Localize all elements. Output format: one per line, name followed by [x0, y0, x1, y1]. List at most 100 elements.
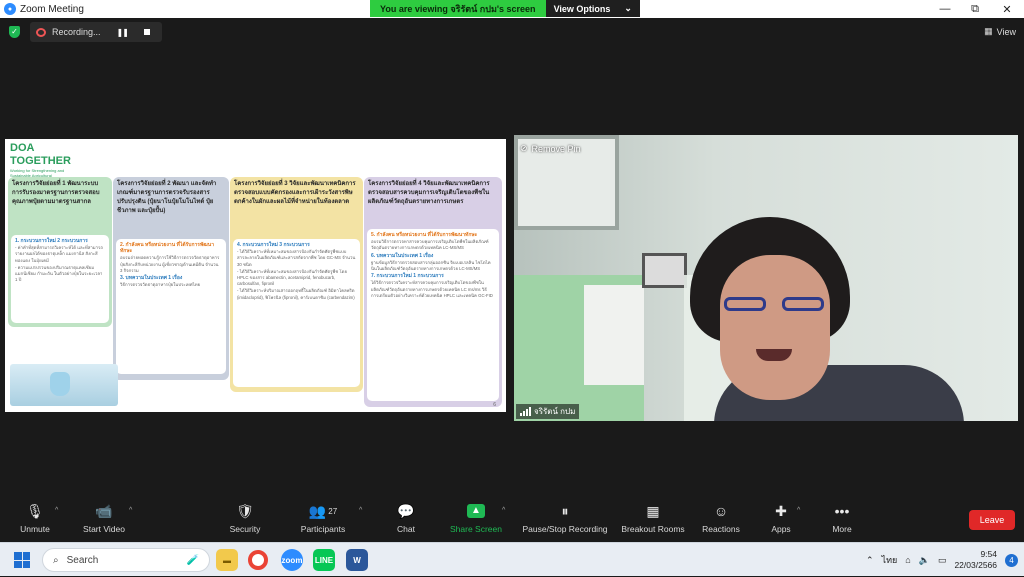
stop-recording-icon[interactable]: [143, 29, 150, 35]
windows-start-icon[interactable]: [14, 552, 30, 568]
share-screen-icon: ▲: [467, 504, 485, 518]
breakout-rooms-icon: ▦: [646, 502, 660, 519]
leave-button[interactable]: Leave: [969, 510, 1015, 530]
breakout-rooms-button[interactable]: ▦ Breakout Rooms: [614, 501, 692, 535]
unmute-button[interactable]: 🎙 Unmute: [0, 501, 70, 535]
recording-indicator: Recording... ❚❚: [30, 22, 162, 42]
system-tray: ⌃ ไทย ⌂ 🔈 ▭ 9:54 22/03/2566 4: [866, 543, 1024, 577]
battery-icon[interactable]: ▭: [938, 555, 947, 566]
more-label: More: [832, 524, 852, 534]
shield-icon: 🛡: [236, 502, 254, 519]
meeting-top-bar: ✓ Recording... ❚❚ ▦ View: [0, 18, 1024, 46]
pause-stop-recording-label: Pause/Stop Recording: [522, 524, 608, 534]
share-banner: You are viewing จริรัตน์ กปม's screen Vi…: [370, 0, 640, 17]
apps-options-caret[interactable]: ^: [797, 507, 800, 514]
notification-badge[interactable]: 4: [1005, 553, 1018, 567]
view-button[interactable]: ▦ View: [984, 26, 1016, 37]
share-options-caret[interactable]: ^: [502, 507, 505, 514]
recording-label: Recording...: [52, 27, 101, 37]
window-title: Zoom Meeting: [20, 3, 84, 15]
video-options-caret[interactable]: ^: [129, 507, 132, 514]
search-placeholder: Search: [66, 554, 99, 566]
participants-label: Participants: [300, 524, 346, 534]
participants-options-caret[interactable]: ^: [359, 507, 362, 514]
start-video-label: Start Video: [83, 524, 125, 534]
clock-date: 22/03/2566: [954, 560, 997, 570]
chevron-up-icon[interactable]: ⌃: [866, 555, 874, 566]
minimize-button[interactable]: —: [930, 0, 960, 18]
share-banner-text: You are viewing จริรัตน์ กปม's screen: [370, 0, 546, 17]
zoom-taskbar-icon[interactable]: zoom: [281, 549, 303, 571]
column-header: โครงการวิจัยย่อยที่ 4 วิจัยและพัฒนาเทคนิ…: [368, 181, 490, 205]
column-body: 5. กำลังคน หรือหน่วยงาน ที่ได้รับการพัฒน…: [367, 229, 499, 401]
slide-column-3: โครงการวิจัยย่อยที่ 3 วิจัยและพัฒนาเทคนิ…: [230, 177, 363, 392]
column-header: โครงการวิจัยย่อยที่ 2 พัฒนา และจัดทำเกณฑ…: [117, 181, 217, 214]
slide-column-4: โครงการวิจัยย่อยที่ 4 วิจัยและพัฒนาเทคนิ…: [364, 177, 502, 407]
lab-photo-image: [10, 364, 118, 406]
apps-button[interactable]: ✚ Apps: [746, 501, 816, 535]
column-body: 1. กระบวนการใหม่ 2 กระบวนการ - ค่าคำที่ส…: [11, 235, 109, 323]
remove-pin-button[interactable]: ⊘ Remove Pin: [520, 143, 581, 154]
participants-icon: 👥: [308, 502, 327, 519]
doa-together-logo: DOA TOGETHER Working for Strengthening a…: [10, 142, 71, 178]
slide-column-2: โครงการวิจัยย่อยที่ 2 พัฒนา และจัดทำเกณฑ…: [113, 177, 229, 380]
security-label: Security: [229, 524, 261, 534]
participant-name-tag: จริรัตน์ กปม: [516, 404, 580, 419]
column-body: 2. กำลังคน หรือหน่วยงาน ที่ได้รับการพัฒน…: [116, 239, 226, 374]
windows-taskbar: ⌕ Search 🧪 ▬ zoom LINE W ⌃ ไทย ⌂ 🔈 ▭ 9:5…: [0, 542, 1024, 576]
clock-time: 9:54: [980, 549, 997, 559]
shared-screen-slide: DOA TOGETHER Working for Strengthening a…: [5, 139, 506, 412]
view-label: View: [996, 26, 1016, 37]
slide-column-1: โครงการวิจัยย่อยที่ 1 พัฒนาระบบการรับรอง…: [8, 177, 112, 327]
line-app-icon[interactable]: LINE: [313, 549, 335, 571]
column-header: โครงการวิจัยย่อยที่ 1 พัฒนาระบบการรับรอง…: [12, 181, 100, 205]
column-header: โครงการวิจัยย่อยที่ 3 วิจัยและพัฒนาเทคนิ…: [234, 181, 356, 205]
network-icon[interactable]: ⌂: [905, 555, 910, 565]
chevron-down-icon: ⌄: [624, 3, 632, 13]
participant-name: จริรัตน์ กปม: [534, 407, 576, 416]
signal-bars-icon: [520, 407, 531, 416]
audio-options-caret[interactable]: ^: [55, 507, 58, 514]
file-explorer-icon[interactable]: ▬: [216, 549, 238, 571]
start-video-button[interactable]: 📹 Start Video: [69, 501, 139, 535]
meeting-toolbar: 🎙 Unmute ^ 📹 Start Video ^ 🛡 Security 👥 …: [0, 497, 1024, 542]
zoom-logo-icon: ●: [4, 3, 16, 15]
apps-label: Apps: [771, 524, 791, 534]
view-options-button[interactable]: View Options ⌄: [545, 0, 640, 17]
pin-icon: ⊘: [520, 143, 528, 153]
chat-label: Chat: [397, 524, 415, 534]
participant-video[interactable]: ⊘ Remove Pin จริรัตน์ กปม: [514, 135, 1018, 421]
pause-recording-icon[interactable]: ❚❚: [117, 28, 129, 37]
security-button[interactable]: 🛡 Security: [210, 501, 280, 535]
more-button[interactable]: ••• More: [807, 501, 877, 534]
chat-button[interactable]: 💬 Chat: [371, 501, 441, 535]
apps-icon: ✚: [775, 502, 787, 519]
pause-stop-recording-button[interactable]: ⏸ Pause/Stop Recording: [515, 501, 615, 535]
taskbar-clock[interactable]: 9:54 22/03/2566: [954, 549, 997, 571]
security-shield-icon[interactable]: ✓: [9, 26, 20, 38]
view-grid-icon: ▦: [984, 26, 993, 36]
remove-pin-label: Remove Pin: [531, 143, 581, 154]
participants-button[interactable]: 👥 27 Participants: [288, 501, 358, 535]
share-screen-label: Share Screen: [450, 524, 502, 534]
breakout-rooms-label: Breakout Rooms: [621, 524, 685, 534]
search-icon: ⌕: [53, 554, 59, 566]
chrome-icon[interactable]: [248, 550, 268, 570]
recording-icon: [36, 27, 46, 37]
word-icon[interactable]: W: [346, 549, 368, 571]
volume-icon[interactable]: 🔈: [919, 555, 930, 566]
unmute-label: Unmute: [20, 524, 50, 534]
participant-count: 27: [328, 506, 338, 516]
view-options-label: View Options: [553, 3, 611, 14]
close-button[interactable]: ✕: [992, 0, 1022, 18]
language-indicator[interactable]: ไทย: [882, 553, 898, 567]
maximize-button[interactable]: ⧉: [960, 0, 990, 18]
column-body: 4. กระบวนการใหม่ 3 กระบวนการ - ได้วิธีวิ…: [233, 239, 360, 387]
taskbar-search-input[interactable]: ⌕ Search 🧪: [42, 548, 210, 572]
share-screen-button[interactable]: ▲ Share Screen: [441, 501, 511, 534]
slide-page-number: 6: [493, 402, 496, 408]
chat-icon: 💬: [397, 502, 415, 519]
more-icon: •••: [834, 503, 850, 519]
pause-recording-icon: ⏸: [561, 502, 569, 519]
microphone-muted-icon: 🎙: [26, 502, 44, 519]
